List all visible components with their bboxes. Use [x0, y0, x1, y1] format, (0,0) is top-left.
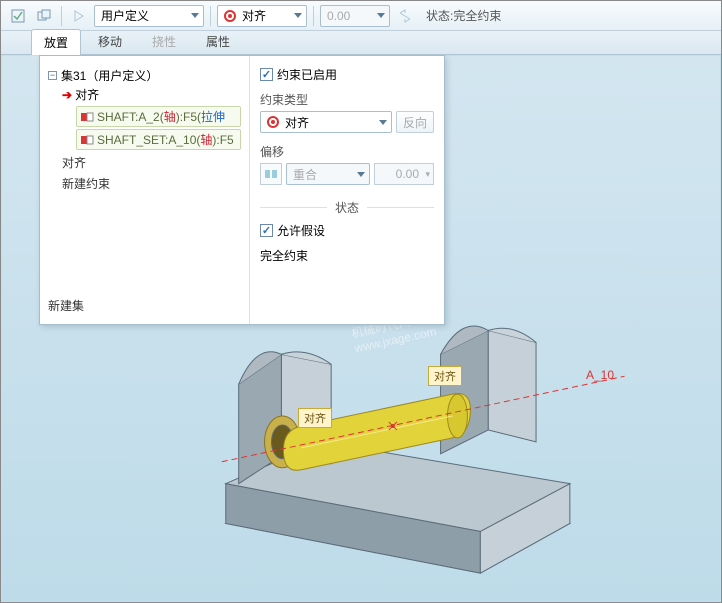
tree-item-align[interactable]: 对齐 — [62, 152, 241, 173]
allow-assume-row[interactable]: ✓ 允许假设 — [260, 222, 434, 239]
num-text: 0.00 — [327, 9, 350, 23]
status-label: 状态:完全约束 — [426, 7, 501, 24]
tree-active-item[interactable]: ➔ 对齐 — [62, 85, 241, 104]
constraint-tree: − 集31（用户定义） ➔ 对齐 SHAFT:A_2(轴):F5(拉伸 SHAF… — [48, 66, 241, 194]
reverse-button[interactable]: 反向 — [396, 111, 434, 133]
toolbar-btn-2[interactable] — [33, 5, 55, 27]
reference-2[interactable]: SHAFT_SET:A_10(轴):F5 — [76, 129, 241, 150]
toolbar-btn-flip[interactable] — [394, 5, 416, 27]
active-arrow-icon: ➔ — [62, 88, 72, 102]
tab-bar: 放置 移动 挠性 属性 — [1, 31, 721, 55]
constraint-type-combo[interactable]: 对齐 — [260, 111, 392, 133]
tab-placement[interactable]: 放置 — [31, 29, 81, 55]
chevron-down-icon — [294, 13, 302, 18]
constraint-set-combo[interactable]: 用户定义 — [94, 5, 204, 27]
full-constraint-text: 完全约束 — [260, 247, 434, 264]
ref-text: SHAFT_SET:A_10(轴):F5 — [97, 131, 234, 148]
constraint-tag-1[interactable]: 对齐 — [298, 408, 332, 428]
chevron-down-icon — [379, 120, 387, 125]
align-combo[interactable]: 对齐 — [217, 5, 307, 27]
tree-root-node[interactable]: − 集31（用户定义） — [48, 66, 241, 85]
checkbox-label: 允许假设 — [277, 222, 325, 239]
ref-text: SHAFT:A_2(轴):F5(拉伸 — [97, 108, 225, 125]
align-icon — [224, 10, 236, 22]
tree-item-new-constraint[interactable]: 新建约束 — [62, 173, 241, 194]
panel-left: − 集31（用户定义） ➔ 对齐 SHAFT:A_2(轴):F5(拉伸 SHAF… — [40, 56, 250, 324]
toolbar-btn-1[interactable] — [7, 5, 29, 27]
checkbox-icon: ✓ — [260, 224, 273, 237]
offset-value-input: 0.00 — [374, 163, 434, 185]
checkbox-icon: ✓ — [260, 68, 273, 81]
constraint-enabled-row[interactable]: ✓ 约束已启用 — [260, 66, 434, 83]
ref-icon — [80, 133, 94, 147]
tree-root-label: 集31（用户定义） — [61, 67, 158, 84]
checkbox-label: 约束已启用 — [277, 66, 337, 83]
constraint-tag-2[interactable]: 对齐 — [428, 366, 462, 386]
tab-move[interactable]: 移动 — [85, 28, 135, 54]
tree-item-label: 对齐 — [75, 86, 99, 103]
separator — [210, 6, 211, 26]
tab-properties[interactable]: 属性 — [193, 28, 243, 54]
toolbar: 用户定义 对齐 0.00 状态:完全约束 — [1, 1, 721, 31]
toolbar-btn-play[interactable] — [68, 5, 90, 27]
combo-text: 对齐 — [285, 114, 309, 131]
chevron-down-icon — [191, 13, 199, 18]
combo-text: 用户定义 — [101, 7, 149, 24]
chevron-down-icon — [357, 172, 365, 177]
placement-panel: − 集31（用户定义） ➔ 对齐 SHAFT:A_2(轴):F5(拉伸 SHAF… — [39, 55, 445, 325]
state-header: 状态 — [260, 199, 434, 216]
align-icon — [267, 116, 279, 128]
chevron-down-icon — [377, 13, 385, 18]
panel-right: ✓ 约束已启用 约束类型 对齐 反向 偏移 重合 0.00 状态 — [250, 56, 444, 324]
new-set-link[interactable]: 新建集 — [48, 289, 241, 314]
collapse-icon[interactable]: − — [48, 71, 57, 80]
offset-label: 偏移 — [260, 143, 434, 160]
axis-label: A_10 — [586, 368, 614, 382]
offset-combo: 重合 — [286, 163, 370, 185]
separator — [61, 6, 62, 26]
offset-value-input: 0.00 — [320, 5, 390, 27]
reference-1[interactable]: SHAFT:A_2(轴):F5(拉伸 — [76, 106, 241, 127]
combo-text: 对齐 — [242, 7, 266, 24]
offset-type-icon — [260, 163, 282, 185]
separator — [313, 6, 314, 26]
ref-icon — [80, 110, 94, 124]
constraint-type-label: 约束类型 — [260, 91, 434, 108]
combo-text: 重合 — [293, 166, 317, 183]
tab-flex: 挠性 — [139, 28, 189, 54]
